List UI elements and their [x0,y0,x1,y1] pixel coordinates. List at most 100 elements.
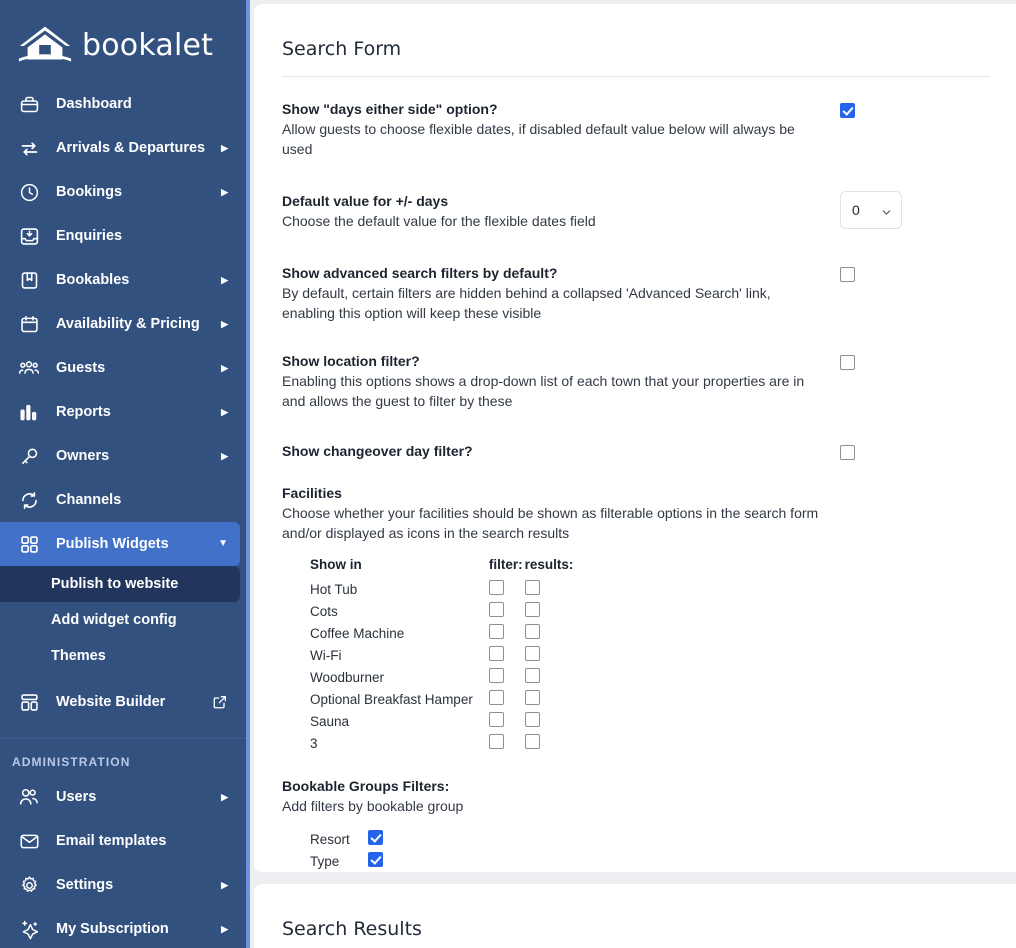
facility-filter-cell [488,578,525,600]
facility-filter-checkbox[interactable] [488,690,504,705]
changeover-day-filter-checkbox[interactable] [840,445,855,460]
facilities-col-filter: filter: [488,557,523,572]
facility-results-checkbox[interactable] [524,712,540,727]
sidebar-item-guests[interactable]: Guests ▶ [0,346,240,390]
sidebar-item-label: Users [56,789,97,805]
bookable-group-checkbox[interactable] [367,830,383,845]
bookable-groups-description: Add filters by bookable group [282,798,464,814]
facility-results-checkbox[interactable] [524,668,540,683]
briefcase-icon [16,92,42,116]
sidebar-item-channels[interactable]: Channels [0,478,240,522]
sidebar-item-bookings[interactable]: Bookings ▶ [0,170,240,214]
setting-control [822,441,942,460]
facility-filter-checkbox[interactable] [488,646,504,661]
facility-results-cell [524,644,576,666]
search-results-title: Search Results [282,918,422,940]
facility-results-checkbox[interactable] [524,602,540,617]
facility-results-checkbox[interactable] [524,690,540,705]
facility-filter-cell [488,600,525,622]
sidebar-subitem-themes[interactable]: Themes [0,638,240,674]
sidebar-item-arrivals-departures[interactable]: Arrivals & Departures ▶ [0,126,240,170]
brand-logo[interactable]: bookalet [0,0,246,78]
facility-filter-checkbox[interactable] [488,580,504,595]
chevron-down-icon: ▼ [218,538,228,549]
facilities-col-results: results: [524,557,574,572]
facility-filter-checkbox[interactable] [488,712,504,727]
setting-row-default-plus-minus-days: Default value for +/- days Choose the de… [282,159,990,231]
bookable-groups-section: Bookable Groups Filters: Add filters by … [282,754,990,872]
sidebar-item-website-builder[interactable]: Website Builder [0,680,240,724]
days-either-side-checkbox[interactable] [840,103,855,118]
main-content: Search Form Show "days either side" opti… [250,0,1016,948]
bookmark-icon [16,268,42,292]
table-row: Resort [310,828,383,850]
setting-label: Show location filter? [282,353,420,369]
sidebar-item-email-templates[interactable]: Email templates [0,819,240,863]
facilities-col-name: Show in [310,557,362,572]
sidebar-item-label: Bookings [56,184,123,200]
sparkle-star-icon [16,917,42,941]
sidebar-item-label: Channels [56,492,122,508]
chevron-down-icon [881,205,892,216]
setting-row-location-filter: Show location filter? Enabling this opti… [282,323,990,411]
chevron-right-icon: ▶ [221,450,228,461]
setting-description: Enabling this options shows a drop-down … [282,373,805,409]
calendar-icon [16,312,42,336]
location-filter-checkbox[interactable] [840,355,855,370]
setting-text: Show advanced search filters by default?… [282,263,822,323]
table-row: Coffee Machine [310,622,575,644]
table-row: Woodburner [310,666,575,688]
sidebar-item-settings[interactable]: Settings ▶ [0,863,240,907]
setting-text: Show "days either side" option? Allow gu… [282,99,822,159]
sidebar-nav: Dashboard Arrivals & Departures ▶ Bookin… [0,78,246,948]
facility-results-checkbox[interactable] [524,734,540,749]
key-icon [16,444,42,468]
chevron-right-icon: ▶ [221,406,228,417]
sidebar-item-owners[interactable]: Owners ▶ [0,434,240,478]
advanced-filters-checkbox[interactable] [840,267,855,282]
facility-results-cell [524,622,576,644]
facility-filter-checkbox[interactable] [488,624,504,639]
facility-filter-checkbox[interactable] [488,734,504,749]
sidebar-item-label: Reports [56,404,111,420]
facility-results-checkbox[interactable] [524,580,540,595]
sidebar-item-label: Availability & Pricing [56,316,200,332]
table-row: Sauna [310,710,575,732]
house-logo-icon [16,23,74,69]
bookable-group-checkbox[interactable] [367,852,383,867]
sidebar-item-reports[interactable]: Reports ▶ [0,390,240,434]
sidebar-section-administration: ADMINISTRATION [12,755,131,769]
table-row: Optional Breakfast Hamper [310,688,575,710]
setting-row-changeover-day-filter: Show changeover day filter? [282,411,990,461]
sidebar-item-dashboard[interactable]: Dashboard [0,82,240,126]
facility-filter-checkbox[interactable] [488,602,504,617]
facility-results-checkbox[interactable] [524,624,540,639]
setting-control [822,263,942,282]
sidebar-subitem-add-widget-config[interactable]: Add widget config [0,602,240,638]
external-link-icon [212,694,228,710]
brand-name: bookalet [82,28,214,63]
setting-text: Show location filter? Enabling this opti… [282,351,822,411]
sidebar-item-bookables[interactable]: Bookables ▶ [0,258,240,302]
table-row: 3 [310,732,575,754]
facility-results-cell [524,578,576,600]
facility-results-cell [524,710,576,732]
facility-results-checkbox[interactable] [524,646,540,661]
sidebar-item-publish-widgets[interactable]: Publish Widgets ▼ [0,522,240,566]
sidebar-item-label: Owners [56,448,110,464]
sidebar-item-enquiries[interactable]: Enquiries [0,214,240,258]
sidebar-item-availability-pricing[interactable]: Availability & Pricing ▶ [0,302,240,346]
sidebar-item-users[interactable]: Users ▶ [0,775,240,819]
default-plus-minus-days-select[interactable]: 0 [840,191,902,229]
clock-icon [16,180,42,204]
sidebar-subitem-publish-to-website[interactable]: Publish to website [0,566,240,602]
facility-filter-checkbox[interactable] [488,668,504,683]
facility-name: 3 [310,735,318,751]
chevron-right-icon: ▶ [221,186,228,197]
setting-text: Default value for +/- days Choose the de… [282,191,822,231]
search-form-card: Search Form Show "days either side" opti… [254,4,1016,872]
chevron-right-icon: ▶ [221,879,228,890]
bookable-group-name: Type [310,853,340,869]
facility-filter-cell [488,688,525,710]
sidebar-item-my-subscription[interactable]: My Subscription ▶ [0,907,240,948]
